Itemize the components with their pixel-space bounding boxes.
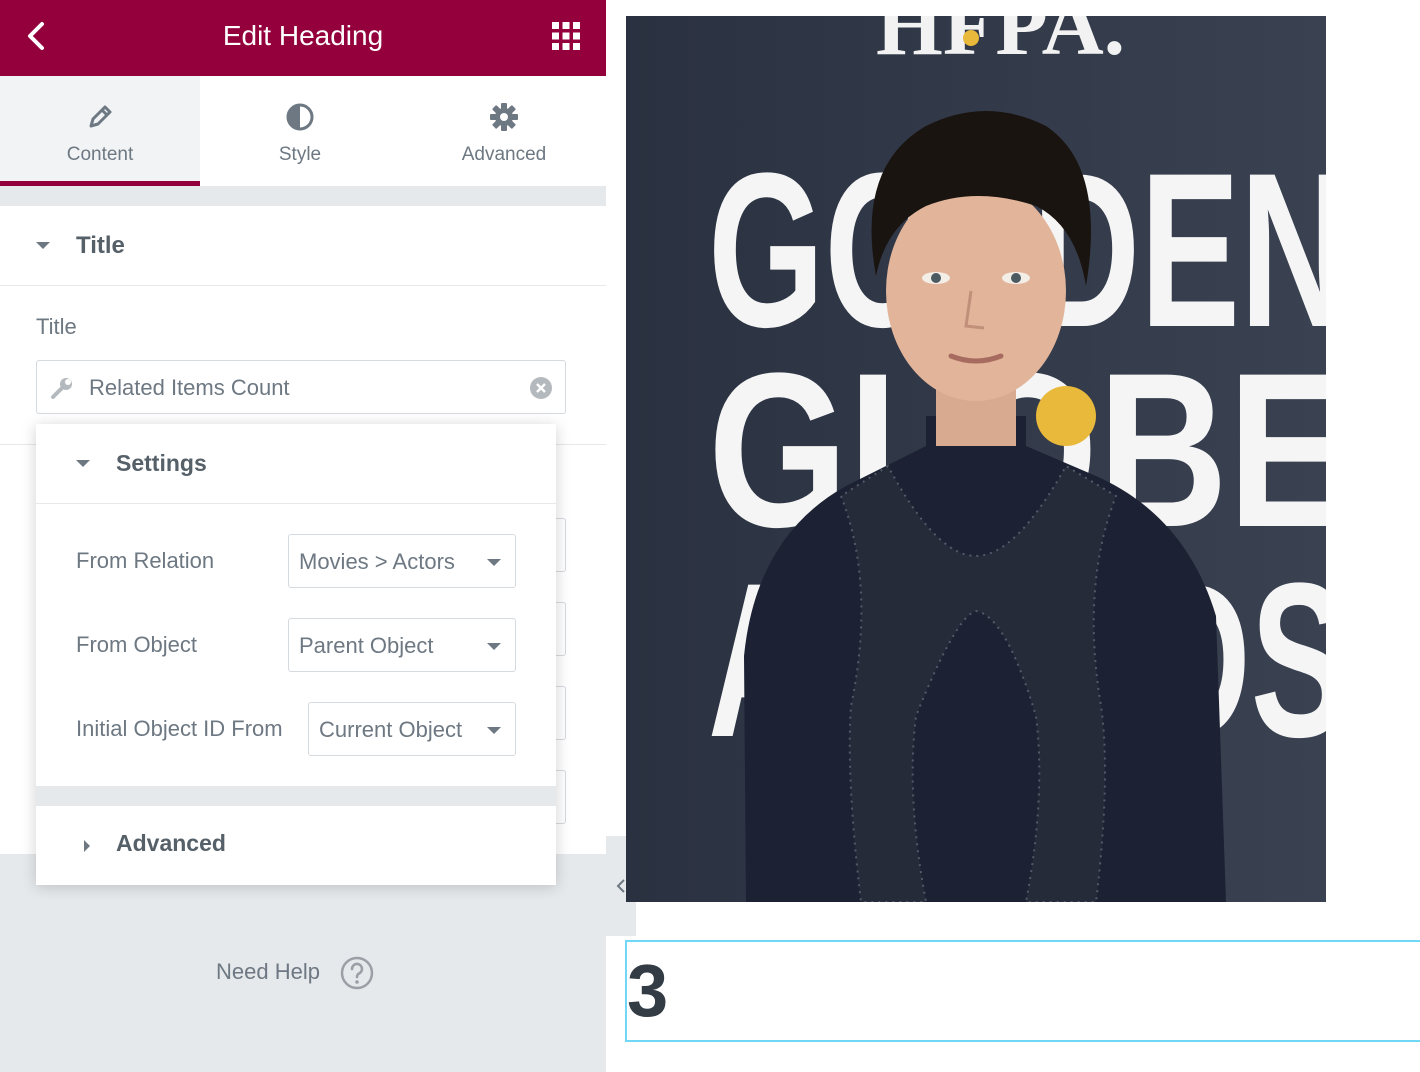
chevron-down-icon <box>487 727 501 734</box>
dynamic-tag-settings-popover: Settings From Relation Movies > Actors F… <box>36 424 556 885</box>
title-field-label: Title <box>36 314 77 339</box>
panel-tabs: Content Style Advanced <box>0 76 606 186</box>
actor-image: HFPA. GOLDEN GLOBE AWARDS <box>626 16 1326 902</box>
from-object-select[interactable]: Parent Object <box>288 618 516 672</box>
caret-down-icon <box>36 242 50 249</box>
pencil-icon <box>89 105 112 128</box>
tab-content-label: Content <box>66 144 134 165</box>
need-help-label: Need Help <box>216 959 320 984</box>
half-circle-icon <box>286 103 314 131</box>
tab-content[interactable]: Content <box>0 76 200 186</box>
advanced-title: Advanced <box>116 830 226 856</box>
chevron-down-icon <box>487 643 501 650</box>
backdrop-text: HFPA. <box>876 16 1125 73</box>
title-section-toggle[interactable]: Title <box>0 206 606 286</box>
heading-widget[interactable]: 3 <box>625 940 1420 1042</box>
heading-value: 3 <box>627 949 669 1032</box>
tab-style-label: Style <box>278 144 322 165</box>
caret-right-icon <box>84 840 90 852</box>
panel-title: Edit Heading <box>222 20 384 51</box>
clear-icon[interactable] <box>529 376 553 400</box>
popover-divider <box>36 786 556 806</box>
tab-style[interactable]: Style <box>200 76 400 186</box>
editor-panel: Edit Heading Content Style Advanced Titl… <box>0 0 606 1072</box>
from-relation-value: Movies > Actors <box>299 549 455 574</box>
initial-object-id-value: Current Object <box>319 717 463 742</box>
title-input-value: Related Items Count <box>89 375 290 400</box>
tab-advanced[interactable]: Advanced <box>404 76 604 186</box>
actor-photo: HFPA. GOLDEN GLOBE AWARDS <box>626 16 1326 902</box>
settings-toggle[interactable]: Settings <box>36 424 556 504</box>
panel-header: Edit Heading <box>0 0 606 76</box>
advanced-toggle[interactable]: Advanced <box>36 806 556 885</box>
initial-object-id-label: Initial Object ID From <box>76 716 283 741</box>
grid-icon <box>552 22 580 50</box>
section-title: Title <box>76 232 125 259</box>
from-relation-label: From Relation <box>76 548 215 573</box>
question-circle-icon <box>340 956 374 990</box>
from-relation-select[interactable]: Movies > Actors <box>288 534 516 588</box>
chevron-down-icon <box>487 559 501 566</box>
need-help-link[interactable]: Need Help <box>216 956 396 992</box>
title-input[interactable]: Related Items Count <box>36 360 566 414</box>
from-object-value: Parent Object <box>299 633 434 658</box>
widgets-menu-button[interactable] <box>548 18 584 54</box>
wrench-icon <box>51 378 72 399</box>
from-object-label: From Object <box>76 632 198 657</box>
initial-object-id-select[interactable]: Current Object <box>308 702 516 756</box>
gear-icon <box>490 103 518 131</box>
tab-advanced-label: Advanced <box>461 144 547 165</box>
settings-title: Settings <box>116 450 207 476</box>
caret-down-icon <box>76 460 90 467</box>
